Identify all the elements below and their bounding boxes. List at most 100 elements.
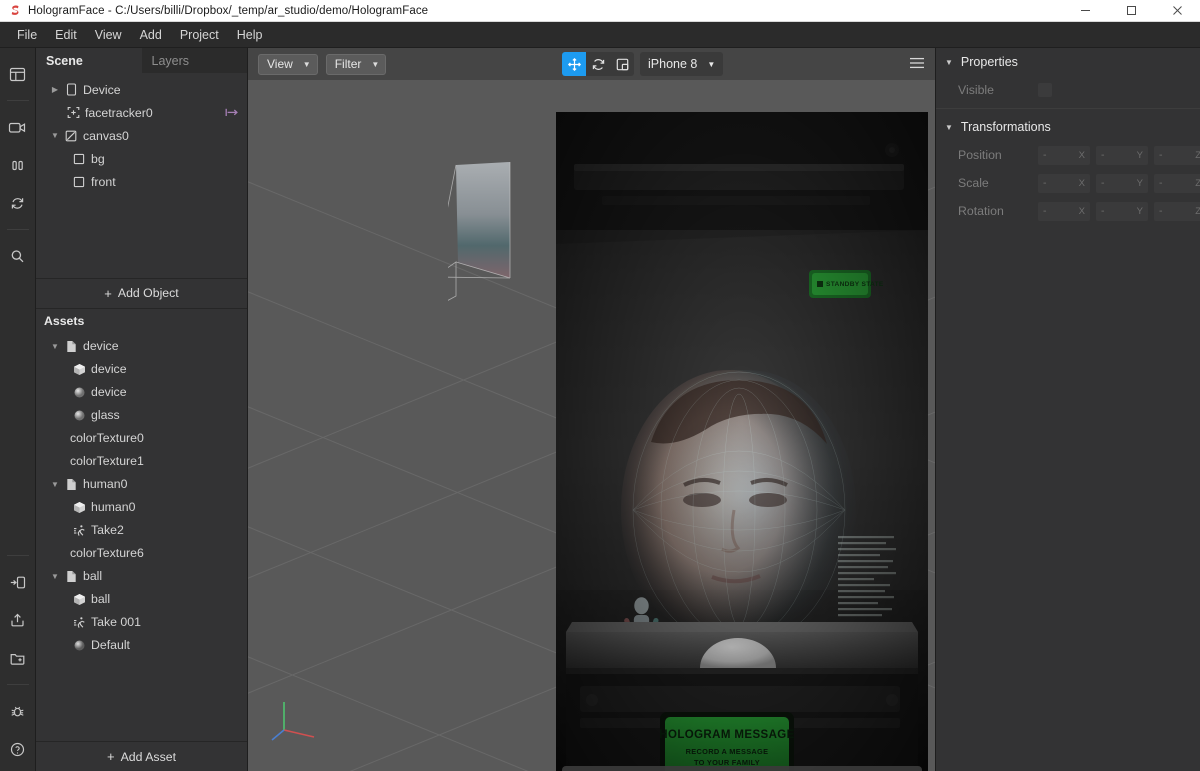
plus-icon: + <box>104 285 112 301</box>
asset-node-ball-file[interactable]: ▼ ball <box>36 565 247 588</box>
left-icon-rail <box>0 48 36 771</box>
scene-node-front[interactable]: front <box>36 170 247 193</box>
new-folder-icon[interactable] <box>3 642 33 674</box>
search-icon[interactable] <box>3 240 33 272</box>
filter-dropdown-label: Filter <box>334 57 362 71</box>
asset-node-ball-mesh[interactable]: ball <box>36 588 247 611</box>
axis-x-label: X <box>1078 177 1085 189</box>
refresh-icon[interactable] <box>3 187 33 219</box>
asset-node-take2[interactable]: Take2 <box>36 519 247 542</box>
axis-x-label: X <box>1078 149 1085 161</box>
asset-node-device-mesh[interactable]: device <box>36 358 247 381</box>
add-object-button[interactable]: + Add Object <box>36 277 247 308</box>
bug-icon[interactable] <box>3 695 33 727</box>
move-tool[interactable] <box>562 52 587 76</box>
panel-menu-button[interactable] <box>891 56 925 73</box>
scale-z-field[interactable]: - Z <box>1154 173 1200 193</box>
position-x-field[interactable]: - X <box>1038 145 1090 165</box>
rail-divider-1 <box>6 100 29 101</box>
device-preview[interactable]: HOLOGRAM MESSAGE RECORD A MESSAGE TO YOU… <box>556 112 928 771</box>
scene-node-device[interactable]: ▶ Device <box>36 78 247 101</box>
asset-node-human0-file[interactable]: ▼ human0 <box>36 473 247 496</box>
asset-node-default[interactable]: Default <box>36 634 247 657</box>
axis-x-label: X <box>1078 205 1085 217</box>
upload-icon[interactable] <box>3 604 33 636</box>
visible-label: Visible <box>958 83 995 97</box>
assets-spacer <box>36 657 247 742</box>
plus-icon: + <box>107 749 115 764</box>
add-asset-label: Add Asset <box>120 749 176 764</box>
rotation-x-field[interactable]: - X <box>1038 201 1090 221</box>
add-asset-button[interactable]: + Add Asset <box>36 741 247 771</box>
visible-checkbox[interactable] <box>1038 83 1052 97</box>
asset-node-label: Take 001 <box>91 615 141 629</box>
filter-dropdown[interactable]: Filter ▼ <box>325 53 387 75</box>
menu-help[interactable]: Help <box>228 25 272 45</box>
tab-layers[interactable]: Layers <box>141 48 247 73</box>
device-selector-label: iPhone 8 <box>648 57 698 71</box>
chevron-right-icon[interactable]: ▶ <box>48 85 62 94</box>
asset-node-human0-mesh[interactable]: human0 <box>36 496 247 519</box>
scene-viewport[interactable]: HOLOGRAM MESSAGE RECORD A MESSAGE TO YOU… <box>248 80 935 771</box>
scale-y-field[interactable]: - Y <box>1096 173 1148 193</box>
scale-tool[interactable] <box>610 52 634 76</box>
chevron-down-icon: ▼ <box>371 59 380 69</box>
menu-file[interactable]: File <box>8 25 46 45</box>
rail-divider-3 <box>6 555 29 556</box>
scale-x-field[interactable]: - X <box>1038 173 1090 193</box>
rotate-tool[interactable] <box>586 52 610 76</box>
transformations-title: Transformations <box>960 120 1051 134</box>
rotation-y-field[interactable]: - Y <box>1096 201 1148 221</box>
layout-icon[interactable] <box>3 58 33 90</box>
mesh-icon <box>70 501 88 514</box>
chevron-down-icon: ▼ <box>707 59 716 69</box>
tab-scene[interactable]: Scene <box>36 48 142 73</box>
canvas-icon <box>62 130 80 142</box>
position-z-field[interactable]: - Z <box>1154 145 1200 165</box>
device-selector[interactable]: iPhone 8 ▼ <box>640 52 724 76</box>
asset-node-label: device <box>83 339 119 353</box>
scene-node-canvas0[interactable]: ▼ canvas0 <box>36 124 247 147</box>
window-minimize-button[interactable] <box>1062 0 1108 22</box>
scene-node-bg[interactable]: bg <box>36 147 247 170</box>
asset-node-colortexture6[interactable]: colorTexture6 <box>36 542 247 565</box>
material-icon <box>70 386 88 399</box>
chevron-down-icon[interactable]: ▼ <box>48 572 62 581</box>
menu-project[interactable]: Project <box>171 25 228 45</box>
file-icon <box>62 478 80 491</box>
asset-node-glass[interactable]: glass <box>36 404 247 427</box>
left-panel-tabs: Scene Layers <box>36 48 247 73</box>
property-rotation-row: Rotation - X - Y - Z <box>936 197 1200 225</box>
menu-add[interactable]: Add <box>131 25 171 45</box>
transform-tool-group <box>562 52 635 76</box>
window-close-button[interactable] <box>1154 0 1200 22</box>
chevron-down-icon[interactable]: ▼ <box>945 123 953 132</box>
chevron-down-icon[interactable]: ▼ <box>48 342 62 351</box>
properties-section-header[interactable]: ▼ Properties <box>936 48 1200 76</box>
scene-node-facetracker0[interactable]: facetracker0 <box>36 101 247 124</box>
output-arrow-icon[interactable] <box>225 107 239 118</box>
asset-node-label: Take2 <box>91 523 124 537</box>
asset-node-device-material[interactable]: device <box>36 381 247 404</box>
camera-icon[interactable] <box>3 111 33 143</box>
transformations-section-header[interactable]: ▼ Transformations <box>936 113 1200 141</box>
menu-edit[interactable]: Edit <box>46 25 86 45</box>
asset-node-label: human0 <box>83 477 128 491</box>
scale-y-value: - <box>1101 177 1105 189</box>
pause-icon[interactable] <box>3 149 33 181</box>
window-maximize-button[interactable] <box>1108 0 1154 22</box>
menu-view[interactable]: View <box>86 25 131 45</box>
chevron-down-icon[interactable]: ▼ <box>945 58 953 67</box>
asset-node-device-file[interactable]: ▼ device <box>36 335 247 358</box>
asset-node-take001[interactable]: Take 001 <box>36 611 247 634</box>
send-to-device-icon[interactable] <box>3 566 33 598</box>
help-icon[interactable] <box>3 733 33 765</box>
rotation-z-field[interactable]: - Z <box>1154 201 1200 221</box>
chevron-down-icon[interactable]: ▼ <box>48 131 62 140</box>
asset-node-colortexture0[interactable]: colorTexture0 <box>36 427 247 450</box>
position-y-field[interactable]: - Y <box>1096 145 1148 165</box>
view-dropdown[interactable]: View ▼ <box>258 53 318 75</box>
chevron-down-icon[interactable]: ▼ <box>48 480 62 489</box>
transform-tools: iPhone 8 ▼ <box>562 52 724 76</box>
asset-node-colortexture1[interactable]: colorTexture1 <box>36 450 247 473</box>
